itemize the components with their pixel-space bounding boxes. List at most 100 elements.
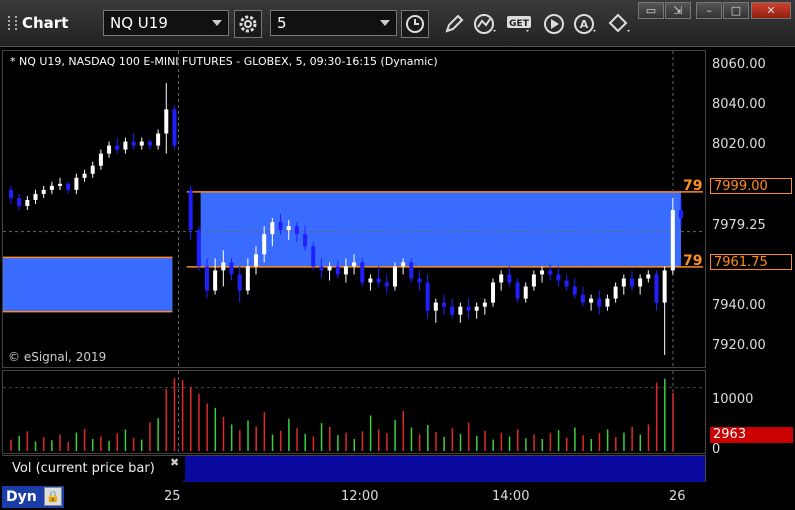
svg-text:A: A xyxy=(580,18,589,31)
lock-icon[interactable]: 🔒 xyxy=(44,487,62,506)
candle-body xyxy=(441,302,446,307)
candle-body xyxy=(613,286,618,299)
candle-body xyxy=(466,306,471,311)
candle-body xyxy=(458,306,463,315)
candle-body xyxy=(147,141,152,146)
candle-body xyxy=(213,270,218,291)
candle-body xyxy=(237,274,242,291)
candle-body xyxy=(638,278,643,287)
candle-body xyxy=(670,210,675,271)
candle-body xyxy=(352,262,357,267)
candle-body xyxy=(556,274,561,281)
clock-icon[interactable] xyxy=(401,10,429,38)
toolbar: Chart NQ U19 5 GET A ▭ ⇲ – □ ✕ xyxy=(0,0,795,47)
drag-grip-icon[interactable] xyxy=(8,16,17,30)
candle-body xyxy=(474,306,479,311)
volume-tick-label: 10000 xyxy=(712,392,754,407)
candle-body xyxy=(654,274,659,303)
price-chart[interactable] xyxy=(3,51,705,367)
interval-dropdown[interactable]: 5 xyxy=(270,10,397,36)
candle-body xyxy=(384,282,389,287)
copyright-text: © eSignal, 2019 xyxy=(8,350,107,364)
candle-body xyxy=(58,183,63,186)
candle-body xyxy=(172,109,177,146)
lower-level-side-label: 79 xyxy=(683,253,703,269)
candle-body xyxy=(327,266,332,271)
candle-body xyxy=(131,141,136,146)
candle-body xyxy=(548,270,553,275)
lower-level-price-tag: 7961.75 xyxy=(710,254,792,270)
play-icon[interactable] xyxy=(540,10,568,38)
move-icon[interactable] xyxy=(606,10,634,38)
candle-body xyxy=(499,274,504,283)
candle-body xyxy=(523,286,528,299)
pencil-icon[interactable] xyxy=(440,10,468,38)
candle-body xyxy=(450,306,455,315)
candle-body xyxy=(409,262,414,279)
candle-body xyxy=(74,177,79,190)
y-tick-label: 8020.00 xyxy=(712,137,766,152)
y-tick-label: 8060.00 xyxy=(712,57,766,72)
candle-body xyxy=(164,109,169,134)
candle-body xyxy=(401,262,406,267)
candle-body xyxy=(376,278,381,283)
previous-session-zone xyxy=(3,257,173,312)
candle-body xyxy=(621,278,626,287)
candle-body xyxy=(17,197,22,206)
candle-body xyxy=(515,282,520,299)
candle-body xyxy=(123,141,128,150)
candle-body xyxy=(270,222,275,235)
candle-body xyxy=(540,270,545,275)
chevron-down-icon xyxy=(212,20,222,26)
volume-chart[interactable] xyxy=(3,371,705,453)
candle-body xyxy=(491,282,496,303)
x-tick-label: 12:00 xyxy=(341,489,379,504)
candle-body xyxy=(254,254,259,267)
maximize-icon[interactable]: □ xyxy=(723,2,749,19)
candle-body xyxy=(41,189,46,194)
symbol-dropdown[interactable]: NQ U19 xyxy=(103,10,229,36)
gear-icon[interactable] xyxy=(234,10,262,38)
line-study-icon[interactable] xyxy=(472,10,500,38)
restore-icon[interactable]: ▭ xyxy=(638,2,664,19)
candle-body xyxy=(482,302,487,307)
volume-legend-fill xyxy=(185,456,705,482)
symbol-value: NQ U19 xyxy=(110,14,168,32)
close-icon[interactable]: ✕ xyxy=(751,2,791,19)
candle-body xyxy=(115,145,120,150)
y-tick-label: 7940.00 xyxy=(712,298,766,313)
candle-body xyxy=(9,189,13,198)
candle-body xyxy=(580,294,585,303)
candle-body xyxy=(360,262,365,283)
window-title: Chart xyxy=(22,14,69,32)
volume-legend[interactable]: Vol (current price bar) xyxy=(2,456,183,482)
volume-zero-label: 0 xyxy=(712,442,721,457)
candle-body xyxy=(278,222,283,231)
candle-body xyxy=(433,302,438,311)
candle-body xyxy=(417,278,422,283)
x-tick-label: 14:00 xyxy=(492,489,530,504)
candle-body xyxy=(90,165,95,174)
candle-body xyxy=(25,199,30,206)
get-data-icon[interactable]: GET xyxy=(506,10,534,38)
candle-body xyxy=(66,183,71,190)
candle-body xyxy=(286,226,291,231)
candle-body xyxy=(303,234,308,247)
candle-body xyxy=(572,286,577,295)
minimize-icon[interactable]: – xyxy=(696,2,722,19)
svg-text:GET: GET xyxy=(509,19,530,29)
candle-body xyxy=(294,226,299,235)
x-tick-label: 26 xyxy=(669,489,686,504)
candle-body xyxy=(343,266,348,275)
interval-value: 5 xyxy=(277,14,287,32)
close-study-icon[interactable]: ✖ xyxy=(170,456,179,469)
candle-body xyxy=(82,173,87,178)
chart-header: * NQ U19, NASDAQ 100 E-MINI FUTURES - GL… xyxy=(10,55,438,68)
candle-body xyxy=(392,266,397,287)
link-window-icon[interactable]: ⇲ xyxy=(665,2,691,19)
candle-body xyxy=(98,153,103,166)
candle-body xyxy=(139,141,144,146)
alert-icon[interactable]: A xyxy=(572,10,600,38)
y-tick-label: 7920.00 xyxy=(712,338,766,353)
candle-body xyxy=(221,262,226,271)
